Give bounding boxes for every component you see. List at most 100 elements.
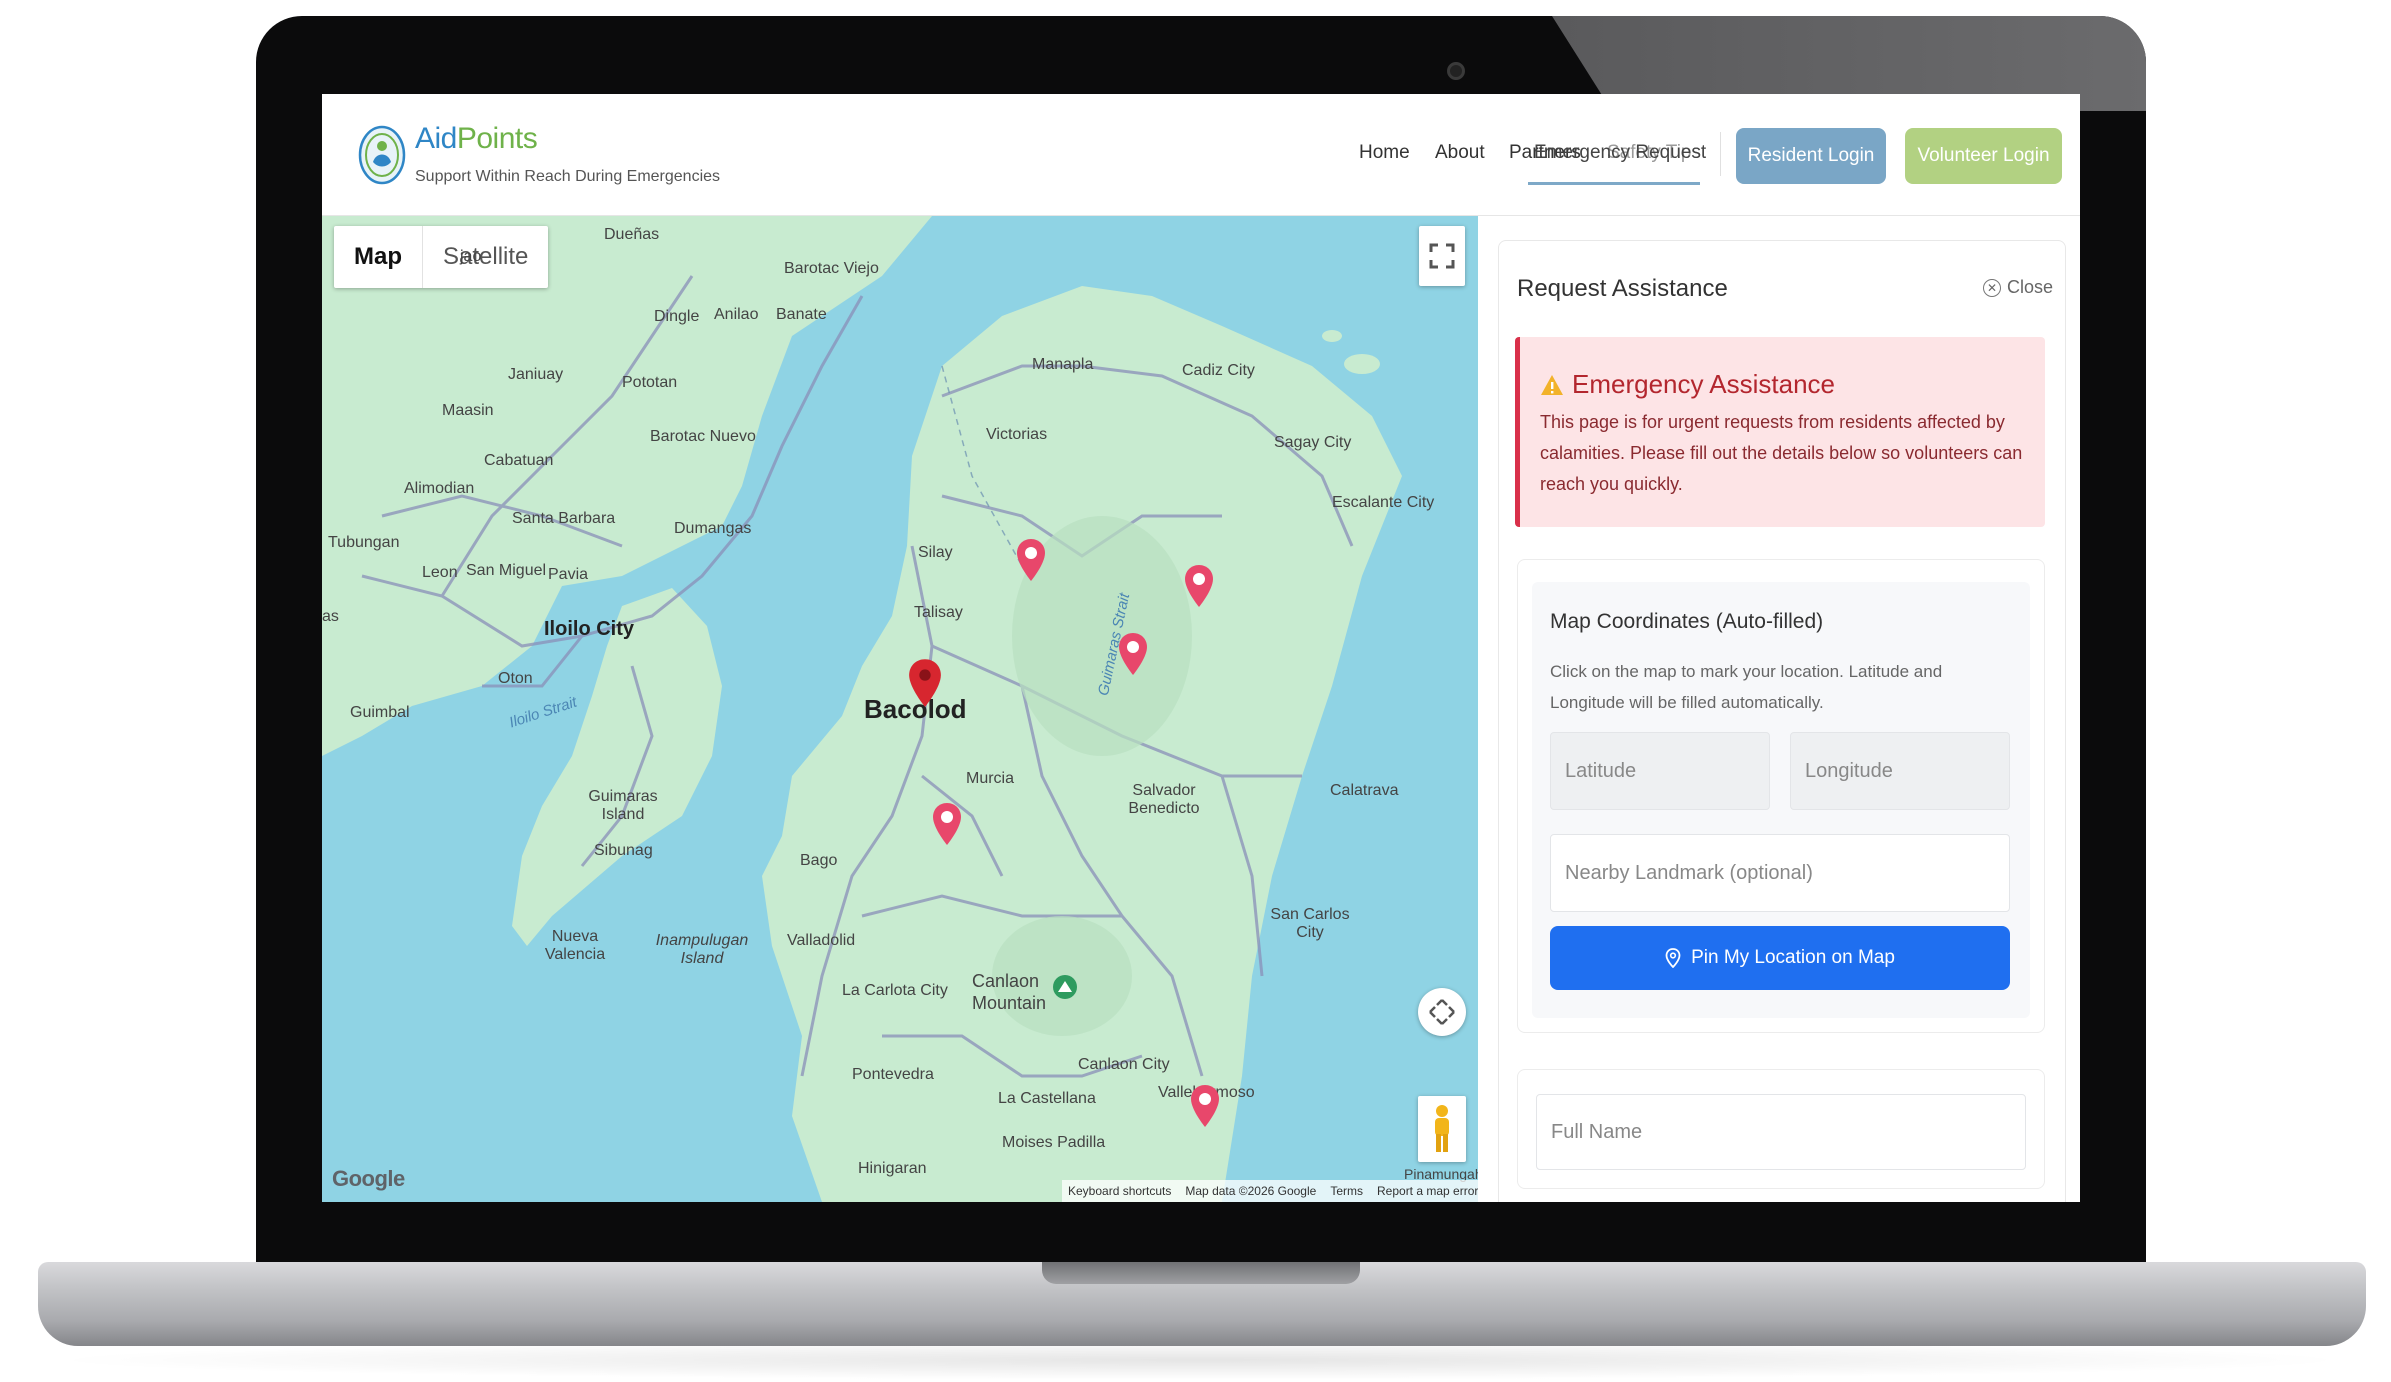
fullscreen-button[interactable] [1419,226,1465,286]
place-label: Manapla [1032,356,1094,373]
place-label: San Carlos City [1270,906,1350,941]
nav-home[interactable]: Home [1359,142,1410,164]
close-button[interactable]: ✕ Close [1982,277,2053,298]
nav-about[interactable]: About [1435,142,1485,164]
place-label: La Carlota City [842,982,948,999]
camera-icon [1447,62,1465,80]
pin-location-button[interactable]: Pin My Location on Map [1550,926,2010,990]
brand-aid: Aid [415,122,457,155]
place-label: Escalante City [1332,494,1435,511]
place-label: Santa Barbara [512,510,616,527]
place-label: Janiuay [508,366,564,383]
logo-icon[interactable] [358,122,406,188]
landmark-field[interactable]: Nearby Landmark (optional) [1550,834,2010,912]
map-attribution: Keyboard shortcuts Map data ©2026 Google… [1062,1180,1478,1202]
place-label: jao [460,248,482,265]
place-label: Guimbal [350,704,410,721]
nav-emergency-request[interactable]: Emergency Request [1534,142,1706,164]
place-label: Valladolid [787,932,856,949]
place-label: Alimodian [404,480,475,497]
map-pin-icon[interactable] [1190,1084,1220,1128]
brand-points: Points [456,122,538,155]
alert-title-text: Emergency Assistance [1572,369,1836,399]
place-label: Iloilo City [544,618,634,640]
place-label: Pavia [548,566,589,583]
place-label: Leon [422,564,458,581]
place-label: Tubungan [328,534,400,551]
map-type-map[interactable]: Map [334,226,423,288]
place-label: Hinigaran [858,1160,927,1177]
map-data-text: Map data ©2026 Google [1185,1184,1317,1198]
place-label: Murcia [966,770,1015,787]
place-label: Barotac Nuevo [650,428,756,445]
personal-details-section: Full Name [1517,1069,2045,1189]
place-label: Canlaon City [1078,1056,1170,1073]
place-label: as [322,608,339,625]
map-view[interactable]: Map Satellite Dueñas jao Barotac Viejo D… [322,216,1478,1202]
place-label: Maasin [442,402,494,419]
place-label: Guimaras Island [588,788,658,823]
coordinates-description: Click on the map to mark your location. … [1550,662,1943,712]
pegman-icon [1435,1105,1449,1152]
laptop-frame: AidPoints Support Within Reach During Em… [0,0,2391,1382]
brand-tagline: Support Within Reach During Emergencies [415,168,721,185]
fullscreen-icon [1429,243,1455,269]
close-icon: ✕ [1982,278,2001,297]
report-error-link[interactable]: Report a map error [1377,1184,1478,1198]
site-header: AidPoints Support Within Reach During Em… [322,94,2080,216]
place-label: Anilao [714,306,759,323]
nav-separator [1720,132,1721,176]
map-type-control: Map Satellite [334,226,549,288]
place-label: Banate [776,306,827,323]
place-label: La Castellana [998,1090,1096,1107]
keyboard-shortcuts-link[interactable]: Keyboard shortcuts [1068,1184,1171,1198]
panel-title: Request Assistance [1517,275,1728,302]
coordinates-section: Map Coordinates (Auto-filled) Click on t… [1517,559,2045,1033]
warning-icon [1541,374,1563,395]
place-label: Sibunag [594,842,653,859]
laptop-notch [1042,1262,1360,1284]
coordinates-title: Map Coordinates (Auto-filled) [1550,610,1824,633]
longitude-field[interactable]: Longitude [1790,732,2010,810]
emergency-alert: Emergency Assistance This page is for ur… [1515,337,2045,527]
place-label: San Miguel [466,562,547,579]
place-label: Dueñas [604,226,660,243]
map-pin-icon[interactable] [1184,564,1214,608]
place-label: Talisay [914,604,963,621]
mountain-poi-icon[interactable] [1052,974,1078,1000]
latitude-field[interactable]: Latitude [1550,732,1770,810]
map-pin-icon[interactable] [1118,632,1148,676]
brand-name[interactable]: AidPoints [415,122,538,156]
nav-active-underline [1528,182,1700,185]
request-assistance-panel: Request Assistance ✕ Close Emergency Ass… [1498,240,2066,1202]
place-label: Pototan [622,374,678,391]
google-logo: Google [332,1166,405,1191]
full-name-field[interactable]: Full Name [1536,1094,2026,1170]
place-label: Sagay City [1274,434,1352,451]
place-label: Silay [918,544,953,561]
volunteer-login-button[interactable]: Volunteer Login [1905,128,2062,184]
map-pin-icon[interactable] [932,802,962,846]
place-label: Barotac Viejo [784,260,879,277]
place-label: Dumangas [674,520,752,537]
resident-login-button[interactable]: Resident Login [1736,128,1886,184]
map-pin-icon[interactable] [1016,538,1046,582]
place-label: Canlaon Mountain [972,971,1047,1013]
place-label: Cadiz City [1182,362,1255,379]
place-label: Calatrava [1330,782,1399,799]
place-label: Inampulugan Island [655,932,749,967]
bacolod-pin-icon[interactable] [908,658,942,708]
camera-control-button[interactable] [1418,988,1466,1036]
coordinates-card: Map Coordinates (Auto-filled) Click on t… [1532,582,2030,1018]
street-view-button[interactable] [1418,1096,1466,1162]
pin-location-label: Pin My Location on Map [1691,947,1895,968]
place-label: Nueva Valencia [544,928,606,963]
close-label: Close [2006,277,2053,297]
alert-title: Emergency Assistance [1540,369,1835,400]
place-label: Pontevedra [852,1066,934,1083]
map-type-satellite[interactable]: Satellite [423,226,548,288]
place-label: Moises Padilla [1002,1134,1106,1151]
terms-link[interactable]: Terms [1330,1184,1363,1198]
place-label: Salvador Benedicto [1128,782,1200,817]
alert-text: This page is for urgent requests from re… [1540,412,2023,494]
